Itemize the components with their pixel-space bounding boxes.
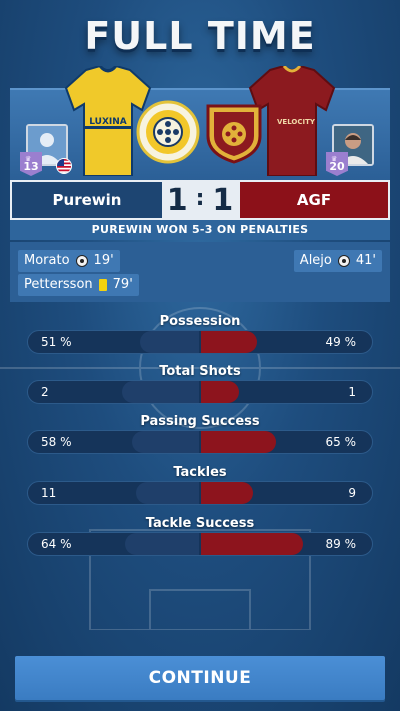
away-stat-value: 89 % [325, 537, 357, 551]
home-crest-icon [136, 100, 200, 164]
stat-bar-tackles: 11 9 [27, 481, 373, 505]
stat-label: Tackle Success [145, 516, 255, 531]
stat-bar-passing-success: 58 % 65 % [27, 430, 373, 454]
event-player: Pettersson [24, 277, 93, 292]
away-stat-value: 1 [348, 385, 356, 399]
crown-icon: ♛ [25, 155, 32, 163]
event-minute: 41' [355, 253, 376, 268]
event-minute: 79' [112, 277, 133, 292]
event-minute: 19' [93, 253, 114, 268]
away-stat-fill [201, 381, 239, 403]
home-stat-value: 51 % [41, 335, 72, 349]
home-stat-value: 2 [41, 385, 49, 399]
home-stat-fill [125, 533, 199, 555]
penalties-result: PUREWIN WON 5-3 ON PENALTIES [10, 220, 390, 240]
home-stat-value: 64 % [41, 537, 72, 551]
away-stat-fill [201, 331, 257, 353]
home-stat-value: 58 % [41, 435, 72, 449]
stat-label: Passing Success [140, 414, 260, 429]
home-score: 1 [166, 182, 190, 218]
home-kit-sponsor: LUXINA [89, 117, 127, 127]
home-stat-value: 11 [41, 486, 57, 500]
away-team-name: AGF [240, 180, 390, 220]
event-item: Pettersson 79' [18, 274, 139, 296]
away-stat-value: 65 % [325, 435, 357, 449]
goal-ball-icon [75, 255, 88, 267]
goal-ball-icon [337, 255, 350, 267]
away-score: 1 [212, 182, 236, 218]
stat-label: Tackles [173, 465, 227, 480]
home-stat-fill [140, 331, 199, 353]
event-item: Alejo 41' [293, 250, 382, 272]
stat-bar-total-shots: 2 1 [27, 380, 373, 404]
event-item: Morato 19' [18, 250, 120, 272]
away-crest-icon [206, 104, 262, 164]
us-flag-icon [56, 158, 72, 174]
away-stat-fill [201, 482, 253, 504]
away-stat-value: 9 [348, 486, 356, 500]
crown-icon: ♛ [331, 155, 338, 163]
home-team-name: Purewin [10, 180, 162, 220]
screen-title: FULL TIME [84, 14, 316, 58]
home-stat-fill [132, 431, 199, 453]
match-events: Morato 19' Pettersson 79' Alejo 41' [10, 242, 390, 302]
away-stat-fill [201, 533, 303, 555]
score-separator: : [195, 185, 207, 211]
stat-bar-tackle-success: 64 % 89 % [27, 532, 373, 556]
home-stat-fill [122, 381, 199, 403]
away-stat-fill [201, 431, 276, 453]
away-stat-value: 49 % [325, 335, 357, 349]
stat-label: Total Shots [159, 364, 241, 379]
stat-bar-possession: 51 % 49 % [27, 330, 373, 354]
away-kit-sponsor: VELOCITY [277, 118, 316, 126]
yellow-card-icon [98, 279, 107, 291]
continue-button[interactable]: CONTINUE [15, 656, 385, 700]
stat-label: Possession [159, 314, 241, 329]
score-display: 1 : 1 [162, 180, 240, 220]
event-player: Alejo [299, 253, 332, 268]
event-player: Morato [24, 253, 70, 268]
home-stat-fill [136, 482, 199, 504]
scoreboard: Purewin 1 : 1 AGF [10, 180, 390, 220]
